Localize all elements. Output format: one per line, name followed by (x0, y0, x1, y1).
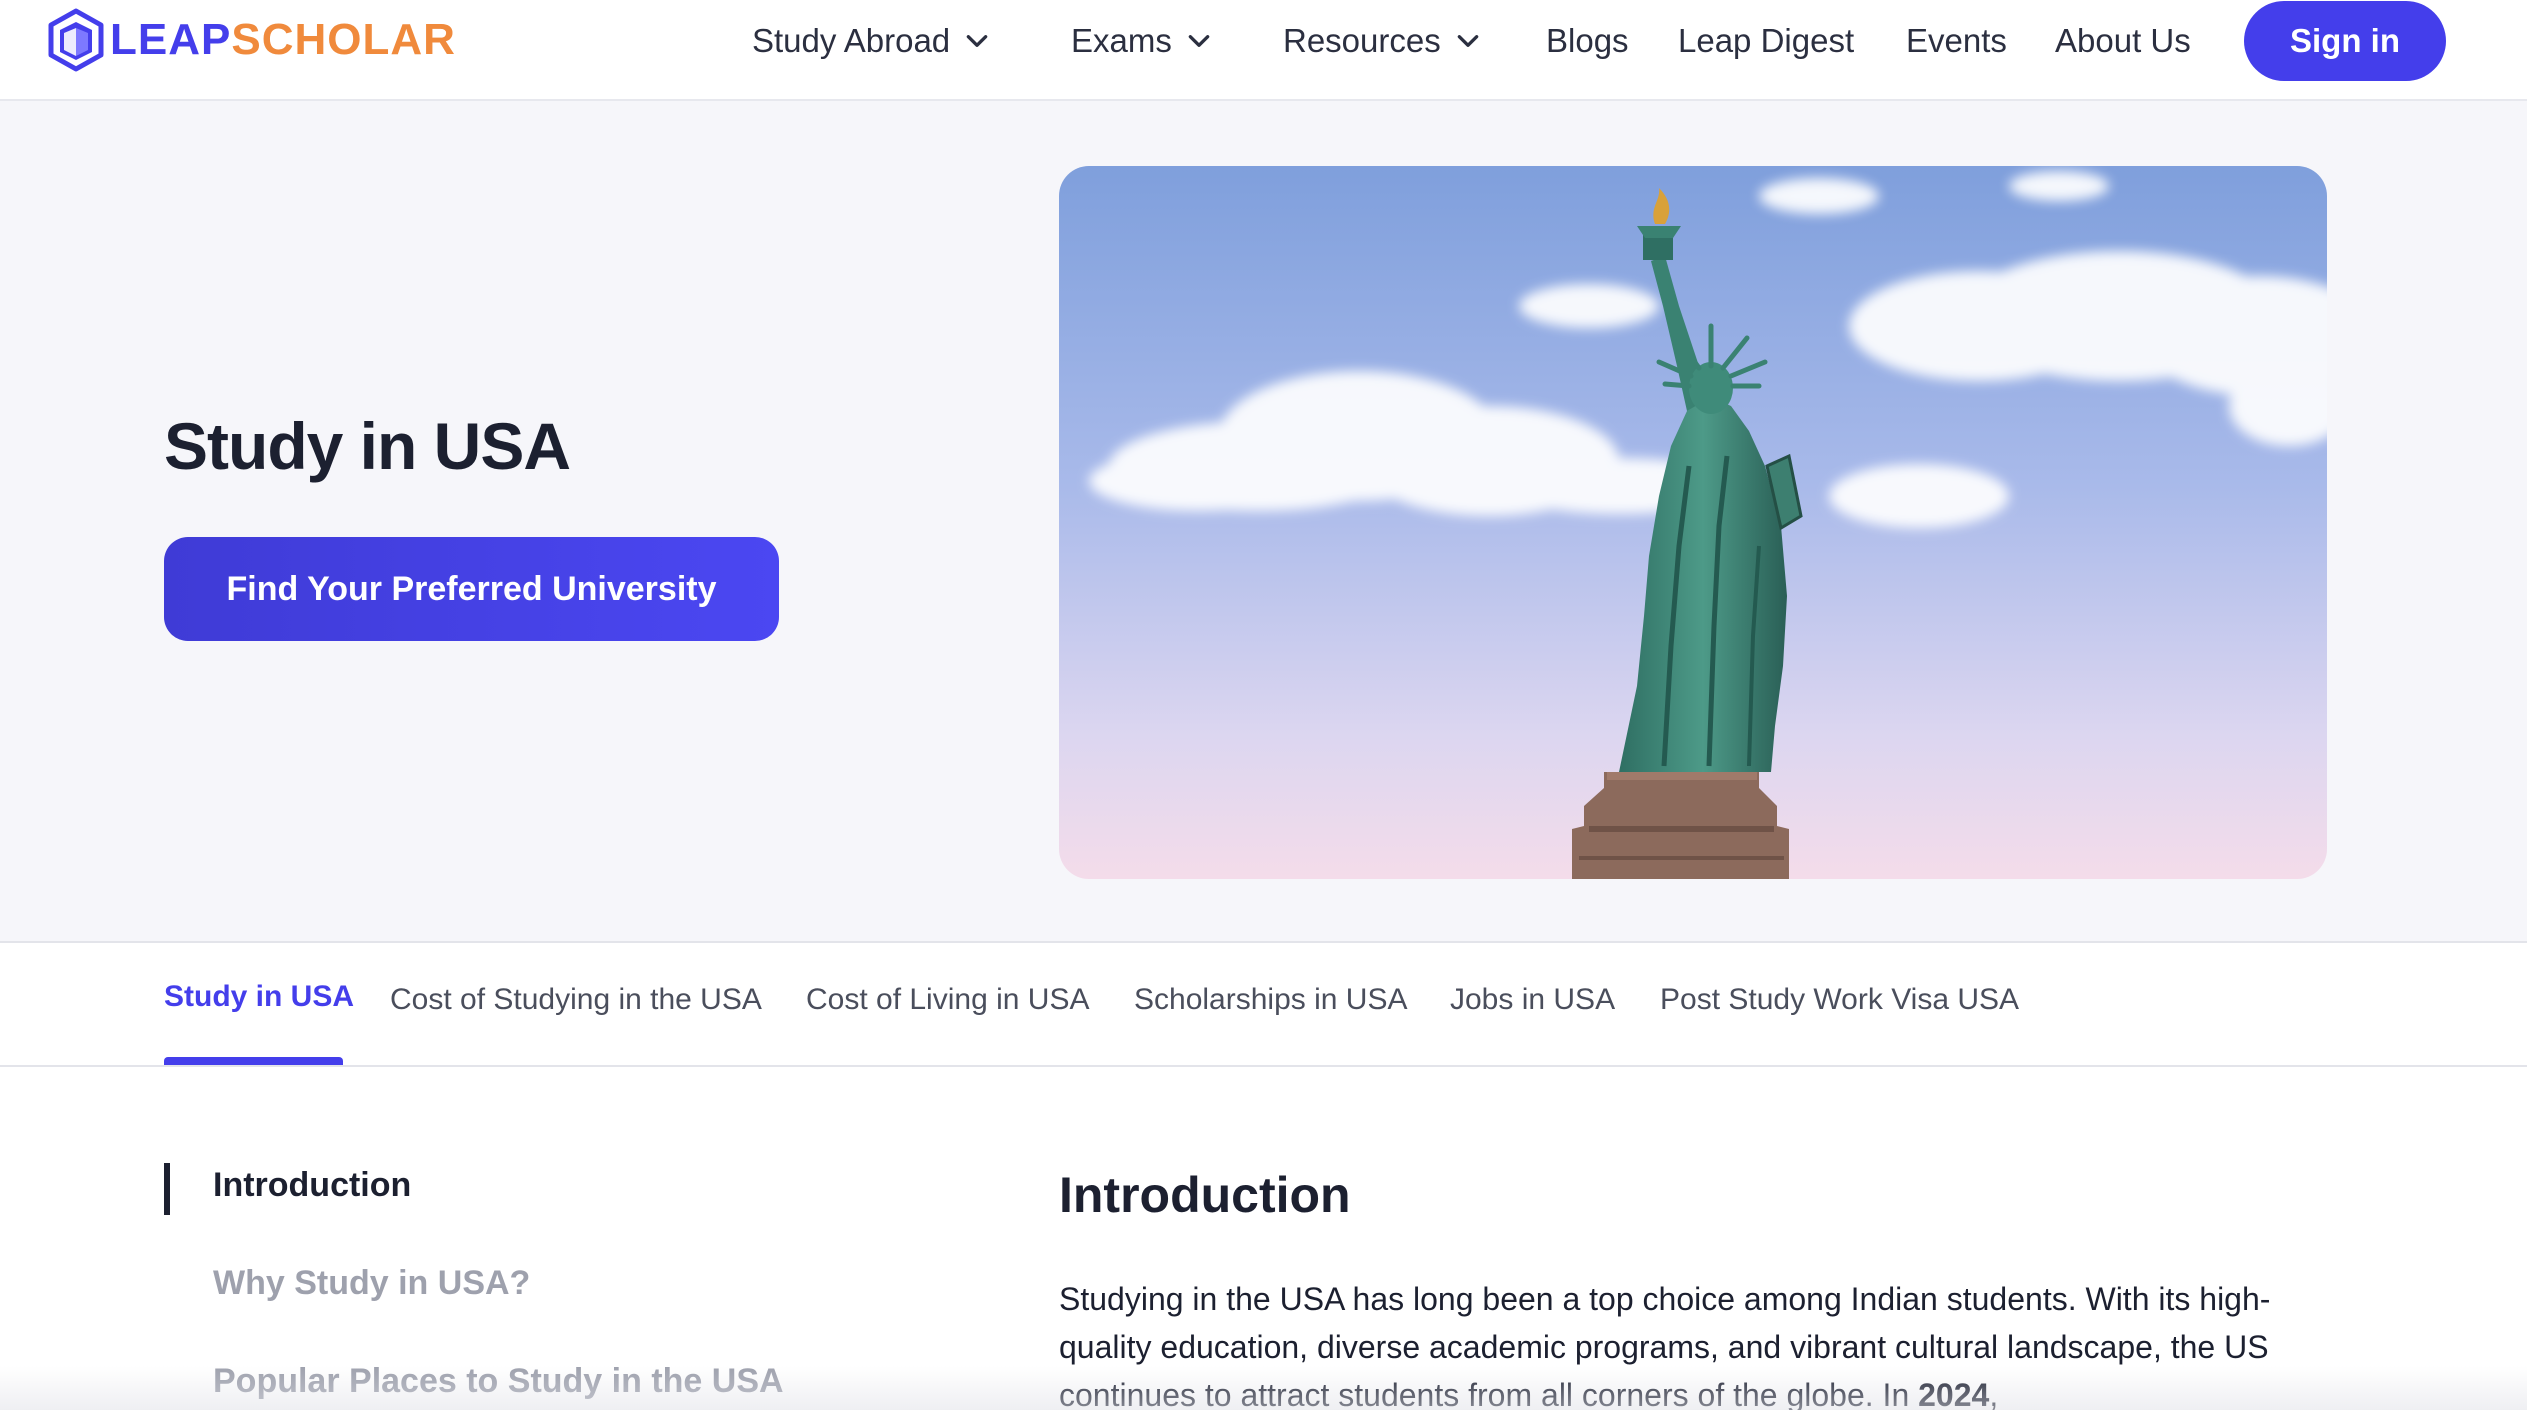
nav-label: Events (1906, 22, 2007, 59)
nav-label: Resources (1283, 22, 1441, 59)
tab-post-study-work-visa[interactable]: Post Study Work Visa USA (1660, 983, 2019, 1017)
tab-cost-of-studying[interactable]: Cost of Studying in the USA (390, 983, 762, 1017)
logo[interactable]: LEAPSCHOLAR (48, 8, 456, 72)
chevron-down-icon (1188, 35, 1210, 47)
nav-label: Leap Digest (1678, 22, 1855, 59)
nav-resources[interactable]: Resources (1283, 16, 1481, 66)
tab-jobs[interactable]: Jobs in USA (1450, 983, 1615, 1017)
sign-in-button[interactable]: Sign in (2244, 1, 2446, 81)
tab-cost-of-living[interactable]: Cost of Living in USA (806, 983, 1089, 1017)
nav-blogs[interactable]: Blogs (1546, 16, 1629, 66)
toc-item-introduction[interactable]: Introduction (213, 1166, 411, 1205)
chevron-down-icon (1457, 35, 1479, 47)
hero-image (1059, 166, 2327, 879)
nav-study-abroad[interactable]: Study Abroad (752, 16, 990, 66)
toc-active-indicator (164, 1163, 170, 1215)
toc-item-why-study[interactable]: Why Study in USA? (213, 1264, 530, 1303)
leapscholar-logo-icon (48, 8, 104, 72)
nav-exams[interactable]: Exams (1071, 16, 1212, 66)
hero-section: Study in USA Find Your Preferred Univers… (0, 101, 2527, 943)
tab-scholarships[interactable]: Scholarships in USA (1134, 983, 1407, 1017)
statue-of-liberty-image (1059, 166, 2327, 879)
nav-label: Blogs (1546, 22, 1629, 59)
nav-about-us[interactable]: About Us (2055, 16, 2191, 66)
page-title: Study in USA (164, 409, 571, 483)
active-tab-indicator (164, 1057, 343, 1065)
nav-label: Study Abroad (752, 22, 951, 59)
tab-study-in-usa[interactable]: Study in USA (164, 980, 354, 1014)
chevron-down-icon (966, 35, 988, 47)
section-tabs: Study in USA Cost of Studying in the USA… (0, 943, 2527, 1067)
nav-leap-digest[interactable]: Leap Digest (1678, 16, 1854, 66)
nav-label: About Us (2055, 22, 2191, 59)
logo-wordmark: LEAPSCHOLAR (110, 15, 456, 64)
find-university-button[interactable]: Find Your Preferred University (164, 537, 779, 641)
section-heading: Introduction (1059, 1167, 1351, 1223)
nav-events[interactable]: Events (1906, 16, 2007, 66)
nav-label: Exams (1071, 22, 1172, 59)
intro-paragraph: Studying in the USA has long been a top … (1059, 1281, 2271, 1410)
toc-item-popular-places[interactable]: Popular Places to Study in the USA (213, 1362, 784, 1401)
site-header: LEAPSCHOLAR Study Abroad Exams Resources… (0, 0, 2527, 101)
